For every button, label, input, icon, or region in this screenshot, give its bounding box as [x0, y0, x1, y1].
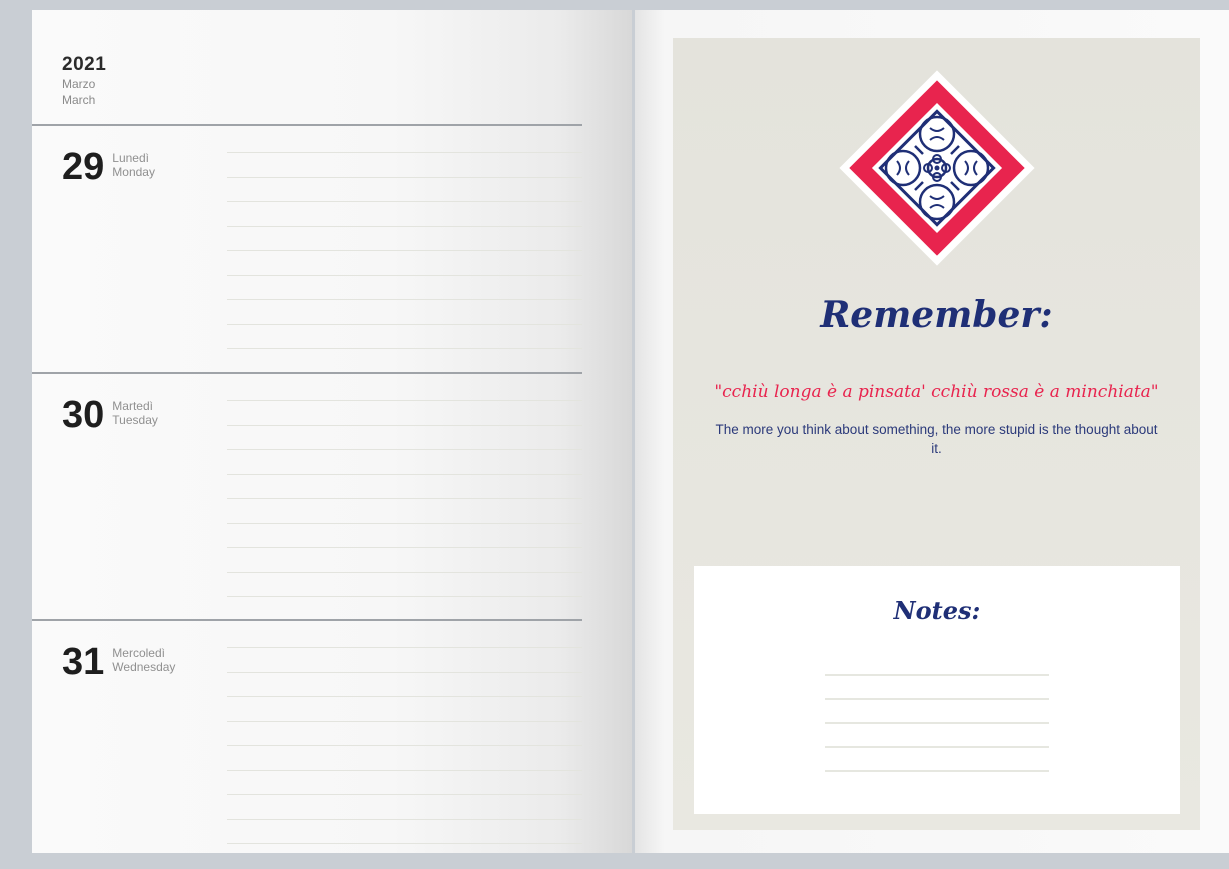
notes-lines[interactable] — [825, 674, 1049, 794]
day-number: 31 — [62, 641, 105, 683]
day-name-english: Wednesday — [112, 660, 176, 674]
day-number: 29 — [62, 146, 105, 188]
month-italian: Marzo — [62, 77, 96, 91]
day-name-english: Monday — [112, 165, 155, 179]
writing-lines[interactable] — [227, 400, 582, 621]
day-name-italian: Mercoledì — [112, 646, 165, 660]
notes-box[interactable]: Notes: — [694, 566, 1180, 814]
writing-lines[interactable] — [227, 152, 582, 373]
day-name-english: Tuesday — [112, 413, 158, 427]
quote-panel: Remember: "cchiù longa è a pinsata' cchi… — [673, 38, 1200, 830]
day-row-31: 31 Mercoledì Wednesday — [32, 619, 582, 869]
year: 2021 — [62, 54, 107, 75]
notes-title: Notes: — [893, 596, 981, 625]
majolica-tile-icon — [839, 70, 1035, 266]
day-number: 30 — [62, 394, 105, 436]
planner-header: 2021 Marzo March — [62, 54, 106, 108]
planner-left-page: 2021 Marzo March 29 Lunedì Monday 30 Mar… — [32, 10, 632, 853]
quote-translation: The more you think about something, the … — [715, 422, 1158, 456]
writing-lines[interactable] — [227, 647, 582, 868]
month-english: March — [62, 93, 96, 107]
day-name-italian: Lunedì — [112, 151, 149, 165]
day-row-29: 29 Lunedì Monday — [32, 124, 582, 374]
day-name-italian: Martedì — [112, 399, 153, 413]
day-row-30: 30 Martedì Tuesday — [32, 372, 582, 622]
sicilian-quote: "cchiù longa è a pinsata' cchiù rossa è … — [714, 382, 1159, 402]
planner-right-page: Remember: "cchiù longa è a pinsata' cchi… — [635, 10, 1229, 853]
remember-heading: Remember: — [820, 294, 1053, 336]
